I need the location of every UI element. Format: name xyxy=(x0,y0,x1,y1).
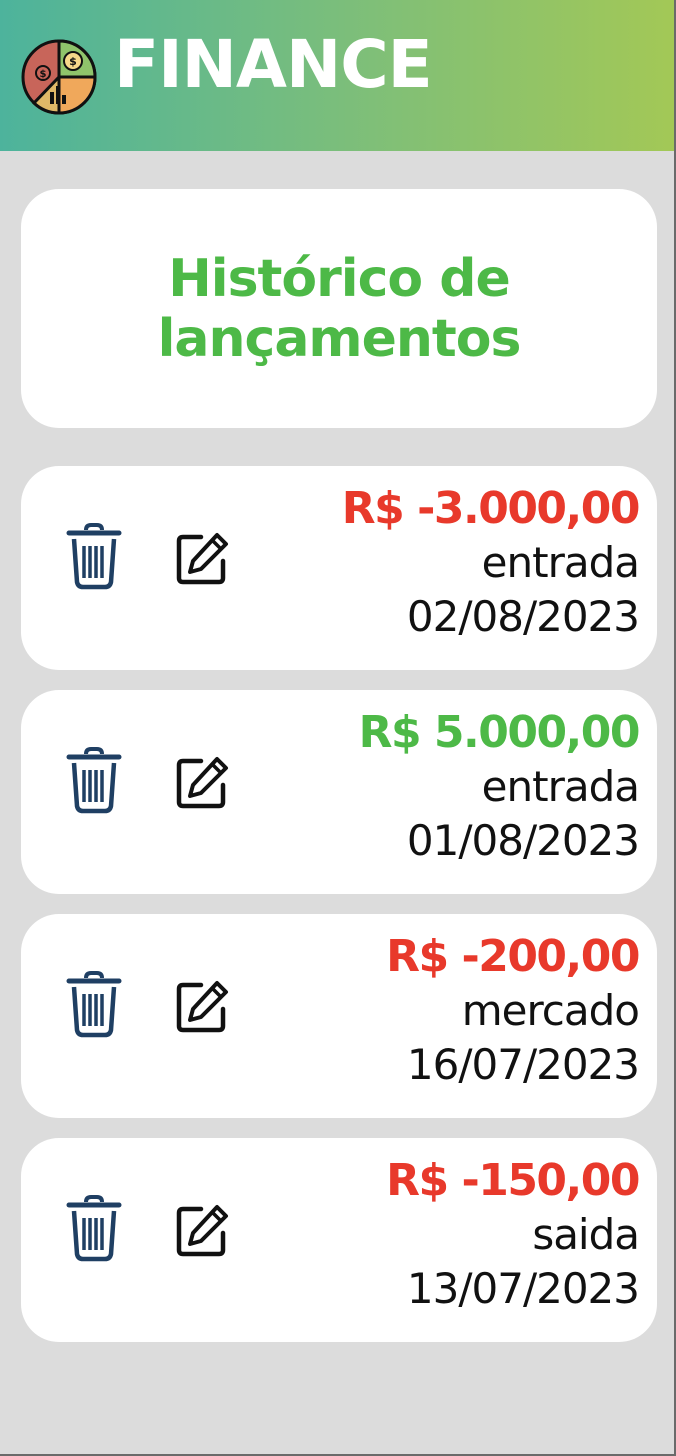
finance-pie-chart-icon: $ $ xyxy=(21,39,97,115)
page-title: Histórico de lançamentos xyxy=(157,248,522,369)
entry-details: R$ -3.000,00 entrada 02/08/2023 xyxy=(341,482,641,644)
entry-category: entrada xyxy=(481,538,640,587)
svg-text:$: $ xyxy=(69,55,77,68)
entry-date: 02/08/2023 xyxy=(406,592,640,641)
entry-details: R$ 5.000,00 entrada 01/08/2023 xyxy=(358,706,641,868)
list-item: R$ -200,00 mercado 16/07/2023 xyxy=(21,914,657,1118)
edit-icon[interactable] xyxy=(175,980,229,1034)
app-title: FINANCE xyxy=(114,26,433,103)
trash-icon[interactable] xyxy=(66,522,122,590)
entry-amount: R$ -150,00 xyxy=(386,1155,640,1206)
entry-amount: R$ 5.000,00 xyxy=(358,707,641,758)
trash-icon[interactable] xyxy=(66,746,122,814)
list-item: R$ 5.000,00 entrada 01/08/2023 xyxy=(21,690,657,894)
entry-date: 01/08/2023 xyxy=(406,816,640,865)
list-item: R$ -150,00 saida 13/07/2023 xyxy=(21,1138,657,1342)
entry-details: R$ -200,00 mercado 16/07/2023 xyxy=(386,930,640,1092)
edit-icon[interactable] xyxy=(175,756,229,810)
entry-date: 13/07/2023 xyxy=(406,1264,640,1313)
entry-amount: R$ -200,00 xyxy=(386,931,640,982)
app-header: $ $ FINANCE xyxy=(0,0,676,151)
page-title-line1: Histórico de xyxy=(168,248,510,309)
page-title-card: Histórico de lançamentos xyxy=(21,189,657,428)
entry-category: saida xyxy=(532,1210,640,1259)
edit-icon[interactable] xyxy=(175,1204,229,1258)
list-item: R$ -3.000,00 entrada 02/08/2023 xyxy=(21,466,657,670)
trash-icon[interactable] xyxy=(66,970,122,1038)
svg-text:$: $ xyxy=(40,69,47,80)
page-title-line2: lançamentos xyxy=(157,308,522,369)
entry-date: 16/07/2023 xyxy=(406,1040,640,1089)
entry-category: entrada xyxy=(481,762,640,811)
edit-icon[interactable] xyxy=(175,532,229,586)
entry-category: mercado xyxy=(461,986,640,1035)
entry-details: R$ -150,00 saida 13/07/2023 xyxy=(386,1154,640,1316)
entry-amount: R$ -3.000,00 xyxy=(341,483,641,534)
trash-icon[interactable] xyxy=(66,1194,122,1262)
